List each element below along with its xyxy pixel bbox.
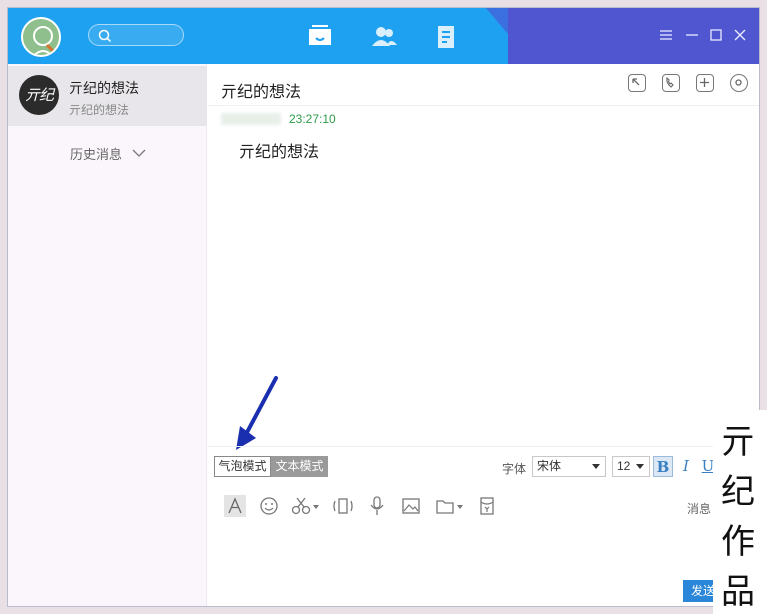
- compose-area: 气泡模式 文本模式 字体 宋体 12 B I U 消息 发送: [208, 446, 759, 606]
- contact-avatar: 亓纪: [19, 75, 59, 115]
- search-icon: [98, 29, 112, 43]
- share-screen-icon[interactable]: [628, 74, 646, 92]
- watermark-char: 品: [721, 572, 755, 612]
- chevron-down-icon: [132, 149, 146, 157]
- chat-window: 亓纪 亓纪的想法 亓纪的想法 历史消息 亓纪的想法 23:27:10 亓纪的想法: [7, 7, 760, 607]
- watermark-char: 纪: [721, 472, 755, 512]
- bold-button[interactable]: B: [653, 456, 673, 477]
- image-icon[interactable]: [400, 495, 422, 517]
- last-message-preview: 亓纪的想法: [69, 103, 130, 117]
- text-mode-button[interactable]: 文本模式: [271, 456, 328, 477]
- font-family-select[interactable]: 宋体: [532, 456, 606, 477]
- message-timestamp: 23:27:10: [289, 112, 336, 126]
- close-icon[interactable]: [732, 27, 748, 43]
- font-size-value: 12: [617, 459, 631, 473]
- message-sender-blurred: [221, 113, 281, 125]
- history-messages-button[interactable]: 历史消息: [70, 144, 146, 163]
- watermark: 亓 纪 作 品: [713, 410, 767, 614]
- font-label: 字体: [502, 462, 527, 476]
- emoji-icon[interactable]: [258, 495, 280, 517]
- font-family-value: 宋体: [537, 459, 562, 473]
- user-avatar[interactable]: [21, 17, 61, 57]
- microphone-icon[interactable]: [366, 495, 388, 517]
- settings-icon[interactable]: [730, 74, 748, 92]
- contact-name: 亓纪的想法: [69, 80, 139, 96]
- italic-button[interactable]: I: [676, 456, 696, 477]
- screenshot-scissors-icon[interactable]: [290, 495, 320, 517]
- search-input[interactable]: [88, 24, 184, 46]
- watermark-char: 亓: [721, 422, 755, 462]
- voice-call-icon[interactable]: [662, 74, 680, 92]
- bubble-mode-button[interactable]: 气泡模式: [214, 456, 271, 477]
- history-label: 历史消息: [70, 147, 123, 162]
- annotation-arrow-icon: [236, 376, 278, 450]
- contacts-tab-icon[interactable]: [370, 24, 398, 50]
- chat-title: 亓纪的想法: [221, 84, 302, 101]
- message-text: 亓纪的想法: [239, 144, 320, 161]
- chat-header: 亓纪的想法: [208, 64, 759, 106]
- menu-icon[interactable]: [658, 27, 674, 43]
- shake-window-icon[interactable]: [332, 495, 354, 517]
- dropdown-arrow-icon: [592, 464, 600, 469]
- add-member-icon[interactable]: [696, 74, 714, 92]
- red-packet-icon[interactable]: [476, 495, 498, 517]
- font-style-icon[interactable]: [224, 495, 246, 517]
- font-size-select[interactable]: 12: [612, 456, 650, 477]
- minimize-icon[interactable]: [684, 27, 700, 43]
- message-history-label[interactable]: 消息: [687, 500, 711, 517]
- conversation-item[interactable]: 亓纪 亓纪的想法 亓纪的想法: [8, 66, 207, 126]
- folder-icon[interactable]: [434, 495, 464, 517]
- notes-tab-icon[interactable]: [432, 24, 460, 50]
- messages-tab-icon[interactable]: [306, 24, 334, 50]
- dropdown-arrow-icon: [636, 464, 644, 469]
- watermark-char: 作: [721, 522, 755, 562]
- maximize-icon[interactable]: [708, 27, 724, 43]
- conversation-list: 亓纪 亓纪的想法 亓纪的想法 历史消息: [8, 64, 207, 606]
- title-bar: [8, 8, 759, 64]
